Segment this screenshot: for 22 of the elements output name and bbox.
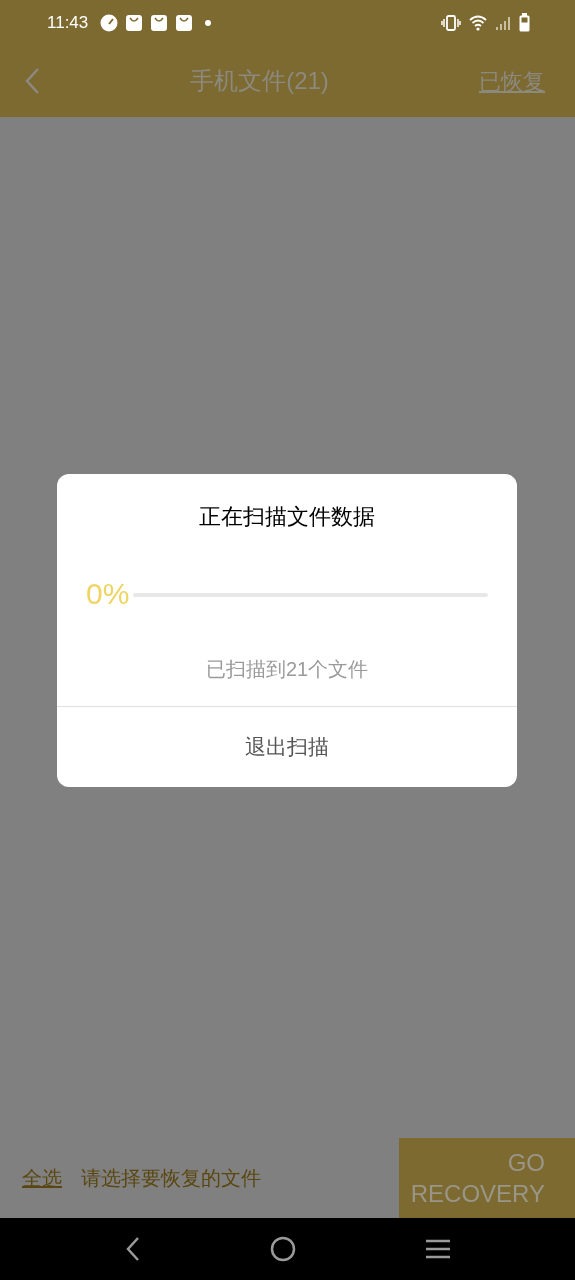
recovered-link[interactable]: 已恢复	[479, 64, 551, 98]
scan-status: 已扫描到21个文件	[204, 657, 370, 682]
bag-icon	[125, 13, 144, 32]
back-icon[interactable]	[124, 1236, 141, 1262]
clock-time: 11:43	[47, 11, 89, 34]
progress-percent: 0%	[86, 576, 130, 612]
menu-icon[interactable]	[424, 1238, 451, 1260]
home-icon[interactable]	[269, 1236, 296, 1262]
vibrate-icon	[441, 14, 461, 31]
gauge-icon	[100, 13, 119, 32]
bag-icon	[150, 13, 169, 32]
bag-icon	[175, 13, 194, 32]
screen-title: 手机文件(21)	[190, 66, 329, 96]
battery-icon	[519, 13, 530, 32]
go-recovery-button[interactable]: GO RECOVERY	[399, 1138, 575, 1218]
exit-scan-button[interactable]: 退出扫描	[57, 707, 517, 787]
dialog-title: 正在扫描文件数据	[198, 503, 376, 531]
dot-icon	[204, 18, 213, 27]
select-all-link[interactable]: 全选	[22, 1163, 62, 1193]
wifi-icon	[469, 14, 487, 31]
selection-hint: 请选择要恢复的文件	[81, 1166, 261, 1191]
signal-icon	[495, 14, 511, 31]
